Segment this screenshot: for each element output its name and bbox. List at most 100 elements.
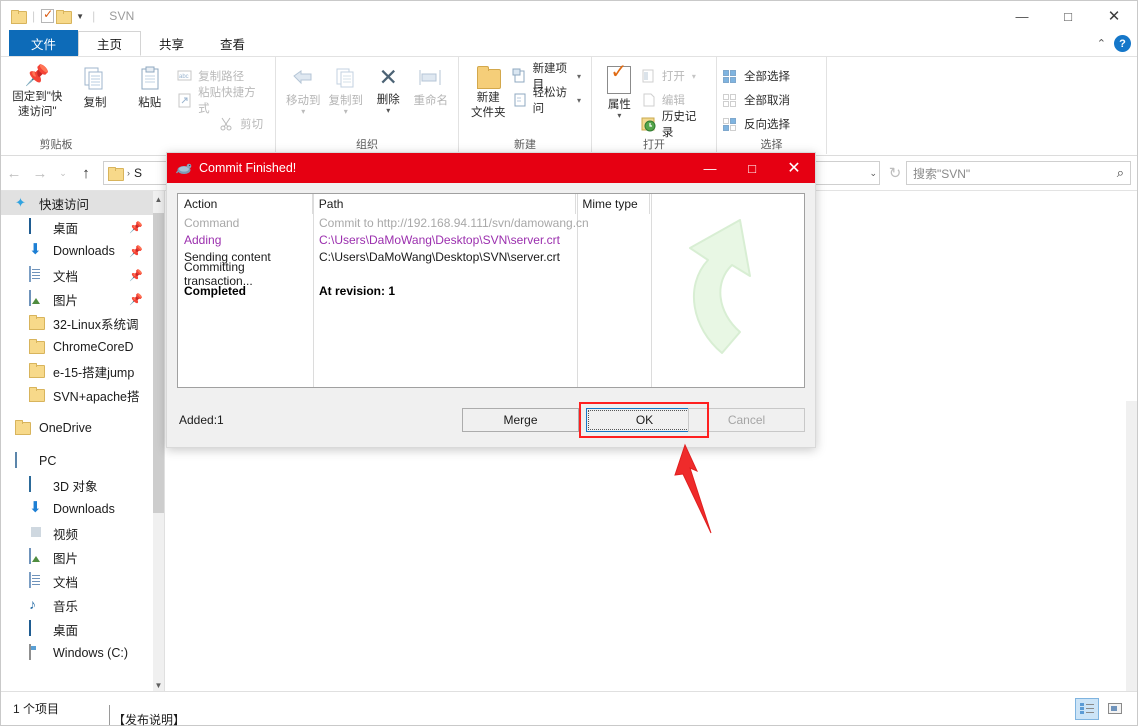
cut-button[interactable]: 剪切	[177, 114, 269, 134]
edit-button[interactable]: 编辑	[641, 90, 710, 110]
sidebar-item-desktop[interactable]: 桌面 📌	[1, 215, 153, 239]
column-header-mime-type[interactable]: Mime type	[576, 194, 651, 214]
search-icon[interactable]: ⌕	[1117, 165, 1124, 181]
column-header-path[interactable]: Path	[313, 194, 577, 214]
details-view-button[interactable]	[1075, 697, 1099, 720]
folder-icon	[15, 420, 32, 436]
copy-button[interactable]: 复制	[68, 62, 123, 110]
tab-share[interactable]: 共享	[141, 31, 202, 56]
navigation-pane-scrollbar[interactable]: ▲ ▼	[153, 191, 164, 693]
sidebar-item-label: 桌面	[53, 623, 79, 638]
rename-button[interactable]: 重命名	[410, 62, 453, 108]
minimize-button[interactable]: —	[999, 1, 1045, 31]
sidebar-item-chromecored[interactable]: ChromeCoreD	[1, 335, 153, 359]
breadcrumb-separator-icon[interactable]: ›	[127, 168, 130, 178]
up-button[interactable]: ↑	[73, 160, 99, 186]
cancel-button[interactable]: Cancel	[688, 408, 805, 432]
dialog-maximize-button[interactable]: □	[731, 153, 773, 183]
ok-button[interactable]: OK	[586, 408, 703, 432]
row-path: Commit to http://192.168.94.111/svn/damo…	[319, 215, 589, 230]
copy-to-button[interactable]: 复制到 ▾	[325, 62, 368, 116]
open-button[interactable]: 打开 ▾	[641, 66, 710, 86]
easy-access-button[interactable]: 轻松访问 ▾	[512, 87, 585, 115]
refresh-button[interactable]: ↻	[884, 160, 906, 186]
maximize-button[interactable]: □	[1045, 1, 1091, 31]
tab-home[interactable]: 主页	[78, 31, 142, 56]
dialog-minimize-button[interactable]: —	[689, 153, 731, 183]
chevron-down-icon[interactable]: ▼	[74, 9, 86, 23]
sidebar-item-pictures-pc[interactable]: 图片	[1, 545, 153, 569]
commit-finished-dialog[interactable]: Commit Finished! — □ ✕ Action Path Mime …	[166, 152, 816, 448]
close-button[interactable]: ✕	[1091, 1, 1137, 31]
sidebar-item-documents[interactable]: 文档 📌	[1, 263, 153, 287]
tab-view[interactable]: 查看	[202, 31, 263, 56]
sidebar-item-e15-jump[interactable]: e-15-搭建jump	[1, 359, 153, 383]
sidebar-item-pictures[interactable]: 图片 📌	[1, 287, 153, 311]
pin-label-1: 固定到"快	[12, 91, 63, 103]
sidebar-item-pc[interactable]: PC	[1, 449, 153, 473]
chevron-up-icon[interactable]: ⌃	[1097, 37, 1106, 50]
paste-shortcut-button[interactable]: 粘贴快捷方式	[177, 87, 269, 115]
invert-selection-button[interactable]: 反向选择	[723, 114, 794, 134]
sidebar-item-downloads[interactable]: ⬇ Downloads 📌	[1, 239, 153, 263]
chevron-down-icon[interactable]: ⌄	[869, 168, 877, 179]
copy-to-label: 复制到	[328, 95, 364, 107]
pin-icon[interactable]: 📌	[129, 269, 143, 282]
qat-divider-2: |	[92, 9, 96, 23]
copy-path-button[interactable]: abc 复制路径	[177, 66, 269, 86]
commit-log-list[interactable]: Action Path Mime type Command Commit to …	[177, 193, 805, 388]
new-folder-button[interactable]: 新建 文件夹	[465, 62, 512, 121]
select-none-icon	[723, 92, 739, 108]
documents-icon	[29, 572, 46, 589]
paste-button[interactable]: 粘贴	[122, 62, 177, 110]
column-header-action[interactable]: Action	[178, 194, 313, 214]
scrollbar-thumb[interactable]	[153, 213, 164, 513]
pin-to-quick-access-button[interactable]: 📌 固定到"快 速访问"	[7, 62, 68, 120]
move-to-button[interactable]: 移动到 ▾	[282, 62, 325, 116]
sidebar-item-desktop-pc[interactable]: 桌面	[1, 617, 153, 641]
sidebar-item-music[interactable]: ♪ 音乐	[1, 593, 153, 617]
merge-button[interactable]: Merge	[462, 408, 579, 432]
new-folder-icon[interactable]	[56, 9, 73, 24]
delete-button[interactable]: ✕ 删除 ▾	[367, 62, 410, 115]
green-curved-arrow-icon	[662, 208, 792, 358]
help-icon[interactable]: ?	[1114, 35, 1131, 52]
folder-icon[interactable]	[11, 9, 27, 24]
pin-icon[interactable]: 📌	[129, 293, 143, 306]
chevron-down-icon[interactable]: ▾	[692, 72, 696, 81]
sidebar-item-videos[interactable]: 视频	[1, 521, 153, 545]
navigation-pane[interactable]: ✦ 快速访问 桌面 📌 ⬇ Downloads 📌 文档 📌 图片 📌 32-L…	[1, 191, 153, 693]
forward-button[interactable]: →	[27, 160, 53, 186]
properties-button[interactable]: 属性 ▾	[598, 62, 641, 120]
chevron-down-icon[interactable]: ▾	[577, 96, 581, 105]
sidebar-item-windows-c[interactable]: Windows (C:)	[1, 641, 153, 665]
large-icons-view-button[interactable]	[1103, 698, 1127, 720]
new-item-button[interactable]: 新建项目 ▾	[512, 63, 585, 91]
new-small-buttons: 新建项目 ▾ 轻松访问 ▾	[512, 62, 585, 115]
search-input[interactable]: 搜索"SVN" ⌕	[906, 161, 1131, 185]
select-none-button[interactable]: 全部取消	[723, 90, 794, 110]
tab-file[interactable]: 文件	[9, 30, 79, 56]
scroll-up-icon[interactable]: ▲	[153, 191, 164, 207]
sidebar-item-32-linux[interactable]: 32-Linux系统调	[1, 311, 153, 335]
pin-icon[interactable]: 📌	[129, 221, 143, 234]
pin-icon[interactable]: 📌	[129, 245, 143, 258]
chevron-down-icon[interactable]: ▾	[577, 72, 581, 81]
file-list-scrollbar[interactable]	[1126, 401, 1137, 693]
new-group-label: 新建	[514, 139, 536, 151]
properties-icon[interactable]	[41, 7, 55, 23]
sidebar-item-3d-objects[interactable]: 3D 对象	[1, 473, 153, 497]
folder-icon	[29, 387, 46, 403]
sidebar-item-quick-access[interactable]: ✦ 快速访问	[1, 191, 153, 215]
dialog-close-button[interactable]: ✕	[773, 153, 815, 183]
sidebar-item-documents-pc[interactable]: 文档	[1, 569, 153, 593]
sidebar-item-downloads-pc[interactable]: ⬇ Downloads	[1, 497, 153, 521]
sidebar-item-svn-apache[interactable]: SVN+apache搭	[1, 383, 153, 407]
sidebar-item-onedrive[interactable]: OneDrive	[1, 416, 153, 440]
breadcrumb[interactable]: S	[134, 166, 142, 180]
history-button[interactable]: 历史记录	[641, 111, 710, 139]
ribbon-group-select: 全部选择 全部取消 反向选择 选择	[717, 57, 827, 154]
back-button[interactable]: ←	[1, 160, 27, 186]
select-all-button[interactable]: 全部选择	[723, 66, 794, 86]
recent-locations-button[interactable]: ⌄	[53, 160, 73, 186]
